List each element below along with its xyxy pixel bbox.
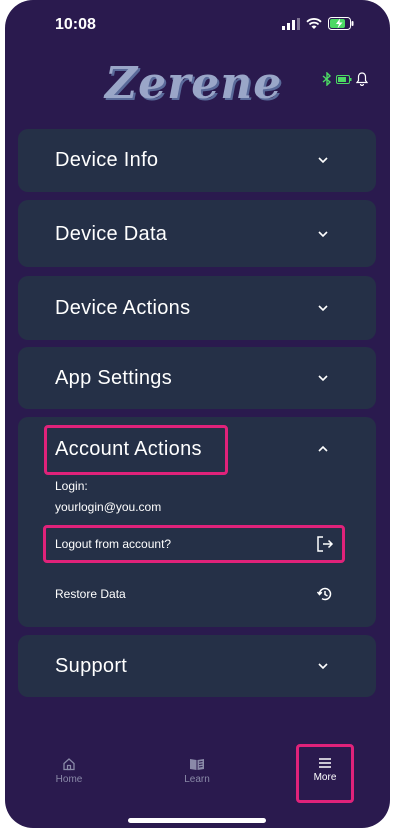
- chevron-down-icon: [318, 663, 328, 670]
- app-header: Zerene: [5, 50, 390, 120]
- section-account-actions: Account Actions Login: yourlogin@you.com…: [18, 417, 376, 627]
- chevron-down-icon: [318, 305, 328, 312]
- login-value: yourlogin@you.com: [55, 500, 162, 514]
- nav-more-label: More: [313, 772, 337, 783]
- device-status-icons: [322, 72, 368, 86]
- home-indicator: [128, 818, 266, 823]
- section-title-device-info: Device Info: [55, 149, 159, 171]
- status-time: 10:08: [55, 16, 96, 33]
- nav-learn-label: Learn: [184, 774, 210, 785]
- section-title-device-data: Device Data: [55, 223, 168, 245]
- device-battery-icon: [336, 74, 352, 84]
- section-title-support: Support: [55, 655, 128, 677]
- section-device-actions[interactable]: Device Actions: [18, 276, 376, 340]
- nav-home[interactable]: Home: [49, 757, 89, 785]
- logout-row[interactable]: Logout from account?: [46, 528, 342, 560]
- chevron-down-icon: [318, 231, 328, 238]
- logout-icon[interactable]: [316, 535, 334, 553]
- login-label: Login:: [55, 479, 88, 493]
- signal-icon: [282, 17, 300, 30]
- nav-learn[interactable]: Learn: [177, 757, 217, 785]
- wifi-icon: [306, 17, 322, 29]
- section-app-settings[interactable]: App Settings: [18, 347, 376, 409]
- home-icon: [63, 758, 75, 771]
- chevron-down-icon: [318, 157, 328, 164]
- restore-icon[interactable]: [316, 585, 334, 603]
- bell-icon[interactable]: [356, 72, 368, 86]
- status-icons: [282, 17, 354, 30]
- app-screen: 10:08 Zerene Device Info Device Data Dev…: [5, 0, 390, 828]
- section-title-account-actions[interactable]: Account Actions: [55, 438, 202, 461]
- chevron-down-icon: [318, 375, 328, 382]
- section-device-data[interactable]: Device Data: [18, 200, 376, 267]
- section-title-device-actions: Device Actions: [55, 297, 191, 319]
- section-title-app-settings: App Settings: [55, 367, 173, 389]
- restore-data-row[interactable]: Restore Data: [46, 579, 342, 609]
- nav-home-label: Home: [55, 774, 83, 785]
- battery-charging-icon: [328, 17, 354, 30]
- section-device-info[interactable]: Device Info: [18, 129, 376, 192]
- nav-more[interactable]: More: [304, 757, 346, 783]
- bluetooth-icon: [322, 72, 332, 86]
- section-support[interactable]: Support: [18, 635, 376, 697]
- chevron-up-icon[interactable]: [316, 442, 330, 456]
- status-bar: 10:08: [5, 0, 390, 50]
- bottom-nav: Home Learn More: [5, 735, 390, 828]
- book-icon: [190, 759, 204, 770]
- app-logo: Zerene: [105, 58, 283, 109]
- menu-icon: [319, 758, 331, 768]
- logout-label: Logout from account?: [55, 537, 172, 551]
- restore-data-label: Restore Data: [55, 587, 126, 601]
